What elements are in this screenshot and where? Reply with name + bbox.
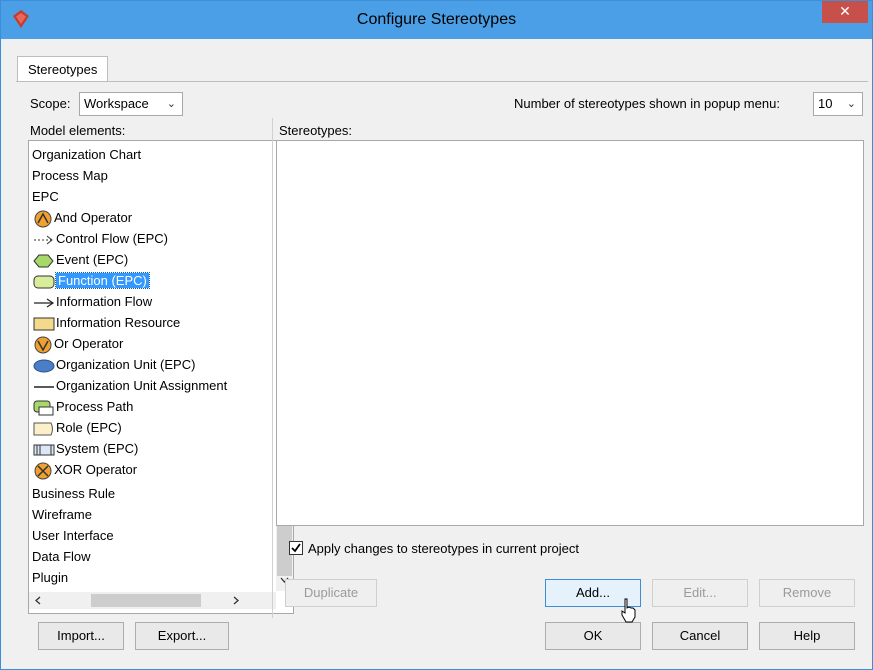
chevron-down-icon: ⌄	[166, 98, 176, 110]
window-title: Configure Stereotypes	[356, 11, 517, 28]
or-operator-icon	[34, 336, 52, 354]
configure-stereotypes-dialog: Configure Stereotypes ✕ Stereotypes Scop…	[0, 0, 873, 670]
edit-button[interactable]: Edit...	[652, 579, 748, 607]
export-button[interactable]: Export...	[135, 622, 229, 650]
tree-item[interactable]: Organization Unit Assignment	[33, 375, 227, 396]
import-button[interactable]: Import...	[38, 622, 124, 650]
popup-count-value: 10	[818, 96, 833, 111]
and-operator-icon	[34, 210, 52, 228]
tree-item[interactable]: Business Rule	[32, 483, 115, 504]
tab-stereotypes[interactable]: Stereotypes	[17, 56, 109, 82]
tree-item[interactable]: Or Operator	[33, 333, 123, 354]
title-bar[interactable]: Configure Stereotypes ✕	[1, 1, 872, 39]
apply-changes-checkbox[interactable]	[289, 541, 303, 555]
stereotypes-list[interactable]	[276, 140, 864, 526]
duplicate-button[interactable]: Duplicate	[285, 579, 377, 607]
chevron-down-icon: ⌄	[846, 98, 856, 110]
cancel-button[interactable]: Cancel	[652, 622, 748, 650]
popup-count-combo[interactable]: 10 ⌄	[813, 92, 863, 116]
tree-item[interactable]: System (EPC)	[33, 438, 138, 459]
tab-strip: Stereotypes	[17, 56, 109, 82]
tree-item[interactable]: Event (EPC)	[33, 249, 128, 270]
tree-item[interactable]: EPC	[32, 186, 59, 207]
apply-changes-label: Apply changes to stereotypes in current …	[308, 541, 579, 556]
tree-item[interactable]: Data Flow	[32, 546, 91, 567]
information-resource-icon	[33, 317, 55, 331]
horizontal-scrollbar-graphic	[35, 594, 239, 607]
tree-item[interactable]: XOR Operator	[33, 459, 137, 480]
tree-item[interactable]: And Operator	[33, 207, 132, 228]
organization-unit-icon	[33, 359, 55, 373]
tree-item[interactable]: Process Map	[32, 165, 108, 186]
help-button[interactable]: Help	[759, 622, 855, 650]
tree-item[interactable]: Process Path	[33, 396, 133, 417]
model-elements-tree[interactable]: Organization Chart Process Map EPC And O…	[28, 140, 294, 614]
tree-item[interactable]: Information Resource	[33, 312, 180, 333]
scope-label: Scope:	[30, 96, 71, 111]
role-icon	[33, 422, 53, 436]
event-icon	[33, 254, 54, 268]
remove-button[interactable]: Remove	[759, 579, 855, 607]
scope-value: Workspace	[84, 96, 149, 111]
tree-item[interactable]: Wireframe	[32, 504, 92, 525]
hand-cursor-icon	[621, 598, 636, 623]
process-path-icon	[33, 400, 54, 416]
horizontal-scrollbar[interactable]	[29, 592, 276, 609]
function-icon	[33, 275, 55, 289]
stereotypes-label: Stereotypes:	[279, 123, 352, 138]
scope-combo[interactable]: Workspace ⌄	[79, 92, 183, 116]
model-elements-label: Model elements:	[30, 123, 126, 138]
tree-item[interactable]: Organization Unit (EPC)	[33, 354, 195, 375]
tree-item[interactable]: Information Flow	[33, 291, 152, 312]
assignment-line-icon	[34, 385, 54, 388]
close-button[interactable]: ✕	[822, 1, 868, 23]
tree-item[interactable]: Control Flow (EPC)	[33, 228, 168, 249]
tree-item[interactable]: Organization Chart	[32, 144, 141, 165]
xor-operator-icon	[34, 462, 52, 480]
tree-item[interactable]: Plugin	[32, 567, 68, 588]
tree-item[interactable]: Role (EPC)	[33, 417, 122, 438]
tree-item-selected[interactable]: Function (EPC)	[33, 270, 150, 291]
system-icon	[33, 444, 55, 456]
popup-count-label: Number of stereotypes shown in popup men…	[514, 96, 780, 111]
tree-item[interactable]: User Interface	[32, 525, 114, 546]
splitter[interactable]	[272, 118, 273, 618]
ok-button[interactable]: OK	[545, 622, 641, 650]
control-flow-icon	[34, 235, 53, 244]
checkmark-icon	[291, 543, 301, 553]
information-flow-icon	[34, 298, 55, 308]
